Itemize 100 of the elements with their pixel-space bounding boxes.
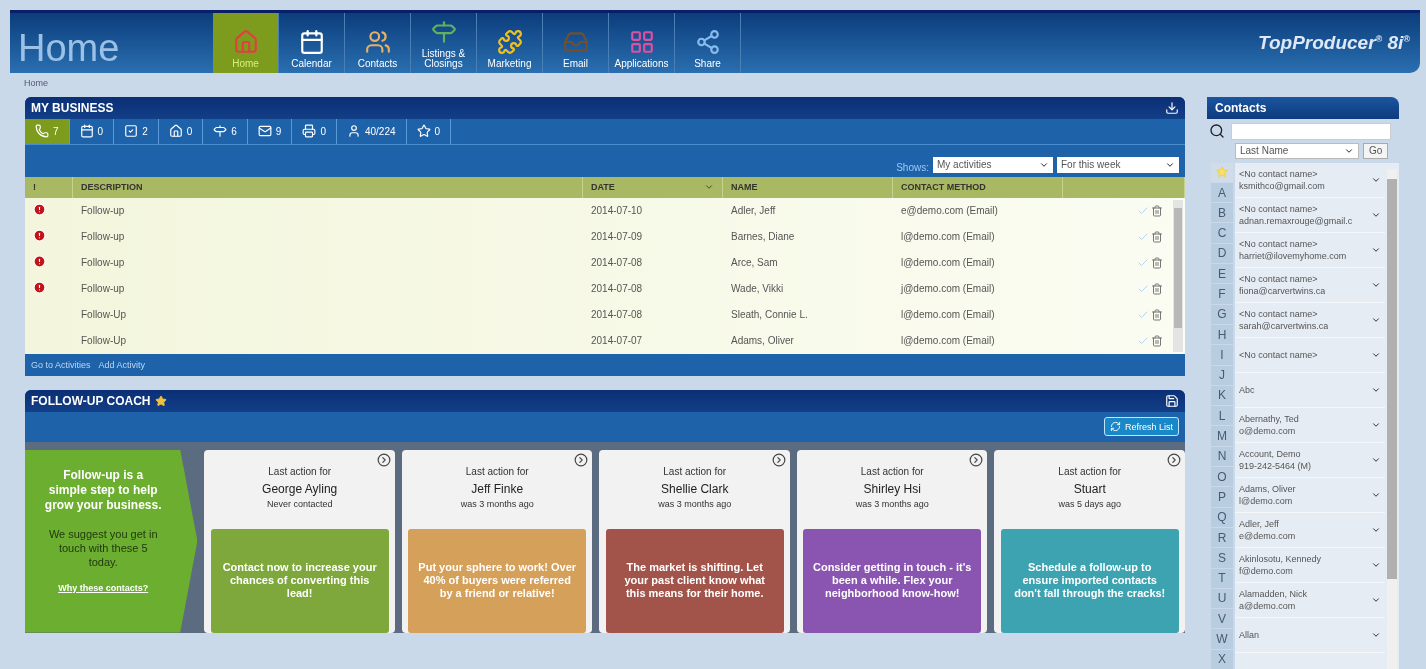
contact-item[interactable]: Allan: [1235, 617, 1385, 653]
play-icon[interactable]: [574, 452, 589, 467]
contact-name: George Ayling: [262, 481, 338, 496]
contact-item[interactable]: Adler, Jeff e@demo.com: [1235, 512, 1385, 548]
stat-tab[interactable]: 0: [69, 118, 115, 144]
nav-tab[interactable]: Listings & Closings: [411, 13, 477, 73]
letter-tab[interactable]: V: [1211, 609, 1233, 629]
play-icon[interactable]: [1167, 452, 1181, 467]
letter-tab[interactable]: S: [1211, 548, 1233, 568]
last-contact: was 5 days ago: [1058, 498, 1121, 509]
card-caption: Last action for: [1058, 465, 1122, 477]
stat-tab[interactable]: 0: [158, 118, 204, 144]
letter-tab[interactable]: J: [1211, 365, 1233, 385]
letter-tab[interactable]: F: [1211, 284, 1233, 304]
stat-tab[interactable]: 0: [292, 118, 337, 144]
trash-icon[interactable]: [1151, 204, 1163, 217]
activity-row[interactable]: Follow-up 2014-07-08 Arce, Sam l@demo.com (Email): [25, 249, 1185, 276]
stat-tab[interactable]: 7: [25, 118, 70, 144]
star-icon[interactable]: [1216, 166, 1228, 179]
breadcrumb[interactable]: Home: [24, 77, 48, 88]
letter-tab[interactable]: Q: [1211, 507, 1233, 527]
letter-tab[interactable]: R: [1211, 527, 1233, 548]
column-header[interactable]: !: [25, 176, 73, 198]
nav-tab[interactable]: Marketing: [477, 13, 543, 73]
refresh-button[interactable]: Refresh List: [1103, 417, 1179, 437]
play-icon[interactable]: [969, 452, 984, 467]
letter-tab[interactable]: L: [1211, 406, 1233, 426]
coach-message: Contact now to increase your chances of converting this lead!: [210, 528, 389, 633]
contact-name: Shellie Clark: [661, 481, 729, 496]
stat-tab[interactable]: 40/224: [336, 118, 407, 144]
letter-tab[interactable]: H: [1211, 324, 1233, 345]
contact-item[interactable]: <No contact name>: [1235, 337, 1385, 373]
contact-item[interactable]: <No contact name> harriet@ilovemyhome.com: [1235, 232, 1385, 268]
last-contact: Never contacted: [266, 498, 333, 509]
contact-item[interactable]: Account, Demo 919-242-5464 (M): [1235, 442, 1385, 478]
panel-link[interactable]: Add Activity: [98, 359, 146, 370]
column-header[interactable]: CONTACT METHOD: [893, 176, 1063, 198]
letter-tab[interactable]: B: [1211, 203, 1233, 223]
letter-tab[interactable]: P: [1211, 487, 1233, 507]
scrollbar[interactable]: [1387, 168, 1397, 669]
stat-tab[interactable]: 6: [203, 118, 248, 144]
nav-tab[interactable]: Email: [543, 13, 609, 73]
contact-item[interactable]: Adams, Oliver l@demo.com: [1235, 477, 1385, 513]
go-button[interactable]: Go: [1363, 142, 1389, 159]
trash-icon[interactable]: [1151, 282, 1163, 295]
letter-tab[interactable]: X: [1211, 649, 1233, 669]
letter-tab[interactable]: T: [1211, 568, 1233, 588]
stat-icon: [35, 124, 49, 139]
letter-tab[interactable]: O: [1211, 467, 1233, 487]
activity-row[interactable]: Follow-Up 2014-07-07 Adams, Oliver l@demo.com (Email): [25, 327, 1185, 354]
contact-item[interactable]: <No contact name> sarah@carvertwins.ca: [1235, 302, 1385, 338]
contact-item[interactable]: Abc: [1235, 372, 1385, 408]
stat-tab[interactable]: 9: [247, 118, 293, 144]
save-icon[interactable]: [1165, 393, 1179, 408]
stat-tab[interactable]: 0: [406, 118, 452, 144]
activity-row[interactable]: Follow-up 2014-07-08 Wade, Vikki j@demo.com (Email): [25, 275, 1185, 302]
owner-select[interactable]: My activities: [933, 156, 1053, 173]
period-select[interactable]: For this week: [1057, 156, 1179, 173]
letter-tab[interactable]: I: [1211, 345, 1233, 365]
scrollbar[interactable]: [1173, 199, 1183, 352]
trash-icon[interactable]: [1151, 256, 1163, 269]
card-caption: Last action for: [465, 465, 529, 477]
column-header[interactable]: DESCRIPTION: [73, 176, 583, 198]
letter-tab[interactable]: G: [1211, 304, 1233, 324]
contact-item[interactable]: <No contact name> adnan.remaxrouge@gmail.c: [1235, 197, 1385, 233]
activity-row[interactable]: Follow-up 2014-07-09 Barnes, Diane l@demo.com (Email): [25, 223, 1185, 250]
letter-tab[interactable]: M: [1211, 426, 1233, 446]
letter-tab[interactable]: E: [1211, 264, 1233, 284]
column-header[interactable]: NAME: [723, 176, 893, 198]
nav-tab[interactable]: Contacts: [345, 13, 411, 73]
column-header[interactable]: DATE: [583, 176, 723, 198]
play-icon[interactable]: [771, 452, 786, 467]
panel-link[interactable]: Go to Activities: [31, 359, 91, 370]
contact-item[interactable]: Alamadden, Nick a@demo.com: [1235, 582, 1385, 618]
nav-tab[interactable]: Applications: [609, 13, 675, 73]
activity-row[interactable]: Follow-Up 2014-07-08 Sleath, Connie L. l@demo.com (Email): [25, 301, 1185, 328]
letter-tab[interactable]: K: [1211, 385, 1233, 406]
download-icon[interactable]: [1165, 100, 1179, 115]
letter-tab[interactable]: N: [1211, 446, 1233, 467]
nav-tab[interactable]: Share: [675, 13, 741, 73]
stat-tab[interactable]: 2: [114, 118, 159, 144]
search-field[interactable]: [1231, 122, 1391, 140]
letter-tab[interactable]: W: [1211, 629, 1233, 649]
letter-tab[interactable]: D: [1211, 243, 1233, 264]
nav-tab[interactable]: Calendar: [279, 13, 345, 73]
contact-item[interactable]: <No contact name> ksmithco@gmail.com: [1235, 162, 1385, 198]
trash-icon[interactable]: [1151, 334, 1163, 347]
contact-item[interactable]: Akinlosotu, Kennedy f@demo.com: [1235, 547, 1385, 583]
play-icon[interactable]: [376, 452, 391, 467]
activity-row[interactable]: Follow-up 2014-07-10 Adler, Jeff e@demo.com (Email): [25, 197, 1185, 224]
contact-item[interactable]: Abernathy, Ted o@demo.com: [1235, 407, 1385, 443]
table-cell-text: Follow-up: [80, 257, 126, 269]
trash-icon[interactable]: [1151, 230, 1163, 243]
table-cell-text: Follow-Up: [80, 335, 127, 347]
letter-tab[interactable]: A: [1211, 182, 1233, 203]
trash-icon[interactable]: [1151, 308, 1163, 321]
sort-select[interactable]: Last Name: [1235, 142, 1359, 159]
letter-tab[interactable]: C: [1211, 223, 1233, 243]
contact-item[interactable]: <No contact name> fiona@carvertwins.ca: [1235, 267, 1385, 303]
letter-tab[interactable]: U: [1211, 588, 1233, 609]
